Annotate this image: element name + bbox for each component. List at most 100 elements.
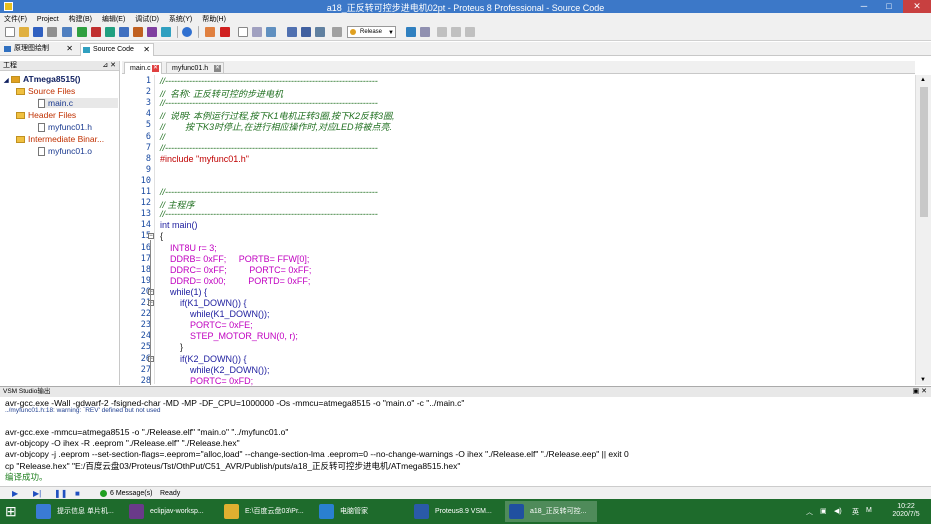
new-source-icon[interactable] bbox=[238, 27, 248, 37]
paste-disabled-icon[interactable] bbox=[465, 27, 475, 37]
scroll-down-icon[interactable]: ▼ bbox=[920, 377, 926, 383]
fold-toggle-icon[interactable]: − bbox=[148, 288, 154, 295]
close-icon[interactable]: ✕ bbox=[152, 65, 159, 72]
code-line[interactable]: int main() bbox=[160, 220, 198, 230]
fold-toggle-icon[interactable]: − bbox=[148, 233, 154, 240]
code-line[interactable]: INT8U r= 3; bbox=[160, 243, 217, 253]
scrollbar-thumb[interactable] bbox=[920, 87, 928, 217]
code-line[interactable]: } bbox=[160, 342, 183, 352]
code-line[interactable]: { bbox=[160, 231, 163, 241]
pcb-icon[interactable] bbox=[91, 27, 101, 37]
close-icon[interactable]: ✕ bbox=[66, 43, 73, 55]
design-explorer-icon[interactable] bbox=[133, 27, 143, 37]
taskbar-item[interactable]: 电脑管家 bbox=[315, 501, 407, 522]
tree-file-myfunc01-o[interactable]: myfunc01.o bbox=[38, 146, 92, 157]
taskbar-item[interactable]: Proteus8.9 VSM... bbox=[410, 501, 502, 522]
cut-icon[interactable] bbox=[437, 27, 447, 37]
tree-file-myfunc01-h[interactable]: myfunc01.h bbox=[38, 122, 92, 133]
code-line[interactable]: // 按下K3时停止,在进行相应操作时,对应LED将被点亮. bbox=[160, 120, 392, 133]
taskbar-item[interactable]: E:\百度云盘03\Pr... bbox=[220, 501, 312, 522]
code-line[interactable]: DDRB= 0xFF; PORTB= FFW[0]; bbox=[160, 254, 309, 264]
code-line[interactable]: if(K2_DOWN()) { bbox=[160, 354, 247, 364]
code-line[interactable]: PORTC= 0xFE; bbox=[160, 320, 253, 330]
close-icon[interactable]: ✕ bbox=[143, 44, 150, 56]
tab-schematic[interactable]: 原理图绘制 ✕ bbox=[2, 43, 76, 56]
step-button[interactable]: ▶| bbox=[33, 489, 47, 498]
rebuild-icon[interactable] bbox=[301, 27, 311, 37]
build-config-select[interactable]: Release ▼ bbox=[347, 26, 396, 38]
settings-icon[interactable] bbox=[332, 27, 342, 37]
source-code-icon[interactable] bbox=[161, 27, 171, 37]
volume-icon[interactable]: ◀) bbox=[834, 507, 842, 515]
maximize-button[interactable]: □ bbox=[877, 0, 901, 13]
panel-buttons-icon[interactable]: ▣ ✕ bbox=[913, 387, 927, 397]
code-line[interactable]: // bbox=[160, 132, 165, 142]
collapse-triangle-icon[interactable]: ◢ bbox=[4, 78, 9, 84]
code-line[interactable]: //--------------------------------------… bbox=[160, 143, 378, 153]
paste-icon[interactable] bbox=[266, 27, 276, 37]
code-line[interactable]: DDRD= 0x00; PORTD= 0xFF; bbox=[160, 276, 310, 286]
code-line[interactable]: if(K1_DOWN()) { bbox=[160, 298, 247, 308]
tree-group-intermediate[interactable]: Intermediate Binar... bbox=[16, 134, 104, 144]
redo-icon[interactable] bbox=[420, 27, 430, 37]
clock[interactable]: 10:22 2020/7/5 bbox=[886, 503, 926, 519]
copy-icon[interactable] bbox=[252, 27, 262, 37]
close-button[interactable]: ✕ bbox=[903, 0, 931, 13]
schematic-icon[interactable] bbox=[77, 27, 87, 37]
build-icon[interactable] bbox=[287, 27, 297, 37]
ime-indicator[interactable]: 英 bbox=[852, 507, 859, 517]
fold-toggle-icon[interactable]: − bbox=[148, 355, 154, 362]
pause-button[interactable]: ❚❚ bbox=[54, 489, 67, 498]
new-file-icon[interactable] bbox=[5, 27, 15, 37]
tree-group-header[interactable]: Header Files bbox=[16, 110, 76, 120]
help-icon[interactable] bbox=[182, 27, 192, 37]
tree-file-main-c[interactable]: main.c bbox=[38, 98, 118, 109]
stop-button[interactable]: ■ bbox=[75, 489, 84, 498]
taskbar-item[interactable]: 提示信息 单片机... bbox=[32, 501, 124, 522]
message-count[interactable]: 6 Message(s) bbox=[100, 489, 152, 498]
code-line[interactable]: //--------------------------------------… bbox=[160, 76, 378, 86]
menu-project[interactable]: Project bbox=[33, 15, 63, 24]
gerber-icon[interactable] bbox=[119, 27, 129, 37]
home-icon[interactable] bbox=[62, 27, 72, 37]
import-icon[interactable] bbox=[47, 27, 57, 37]
code-line[interactable]: #include "myfunc01.h" bbox=[160, 154, 249, 164]
code-line[interactable]: while(K2_DOWN()); bbox=[160, 365, 270, 375]
copy-disabled-icon[interactable] bbox=[451, 27, 461, 37]
tree-group-source[interactable]: Source Files bbox=[16, 86, 75, 96]
toolbar: Release ▼ bbox=[0, 24, 931, 41]
bom-icon[interactable] bbox=[147, 27, 157, 37]
panel-pin-icon[interactable]: ⊿ ✕ bbox=[102, 61, 116, 71]
code-line[interactable]: //--------------------------------------… bbox=[160, 209, 378, 219]
fold-toggle-icon[interactable]: − bbox=[148, 300, 154, 306]
delete-icon[interactable] bbox=[220, 27, 230, 37]
minimize-button[interactable]: ─ bbox=[852, 0, 876, 13]
3d-view-icon[interactable] bbox=[105, 27, 115, 37]
undo-icon[interactable] bbox=[406, 27, 416, 37]
code-line[interactable]: PORTC= 0xFD; bbox=[160, 376, 253, 386]
taskbar-item[interactable]: a18_正反转可控... bbox=[505, 501, 597, 522]
save-icon[interactable] bbox=[33, 27, 43, 37]
code-line[interactable]: while(1) { bbox=[160, 287, 207, 297]
taskbar-item[interactable]: eclipjav-worksp... bbox=[125, 501, 217, 522]
refresh-icon[interactable] bbox=[205, 27, 215, 37]
tab-main-c[interactable]: main.c ✕ bbox=[124, 62, 162, 74]
code-line[interactable]: STEP_MOTOR_RUN(0, r); bbox=[160, 331, 298, 341]
lang-indicator[interactable]: M bbox=[866, 507, 872, 514]
code-line[interactable]: while(K1_DOWN()); bbox=[160, 309, 270, 319]
tray-arrow-icon[interactable]: ︿ bbox=[806, 507, 813, 517]
clean-icon[interactable] bbox=[315, 27, 325, 37]
tab-myfunc01-h[interactable]: myfunc01.h ✕ bbox=[166, 62, 224, 74]
play-button[interactable]: ▶ bbox=[12, 489, 21, 498]
editor-scrollbar[interactable]: ▲ ▼ bbox=[915, 75, 931, 385]
tree-root[interactable]: ◢ ATmega8515() bbox=[4, 74, 80, 84]
code-line[interactable]: //--------------------------------------… bbox=[160, 187, 378, 197]
start-button[interactable]: ⊞ bbox=[5, 503, 25, 520]
scroll-up-icon[interactable]: ▲ bbox=[920, 77, 926, 83]
code-line[interactable]: //--------------------------------------… bbox=[160, 98, 378, 108]
close-icon[interactable]: ✕ bbox=[214, 65, 221, 72]
code-line[interactable]: DDRC= 0xFF; PORTC= 0xFF; bbox=[160, 265, 311, 275]
open-folder-icon[interactable] bbox=[19, 27, 29, 37]
network-icon[interactable]: ▣ bbox=[820, 507, 827, 515]
tab-source-code[interactable]: Source Code ✕ bbox=[80, 43, 154, 56]
